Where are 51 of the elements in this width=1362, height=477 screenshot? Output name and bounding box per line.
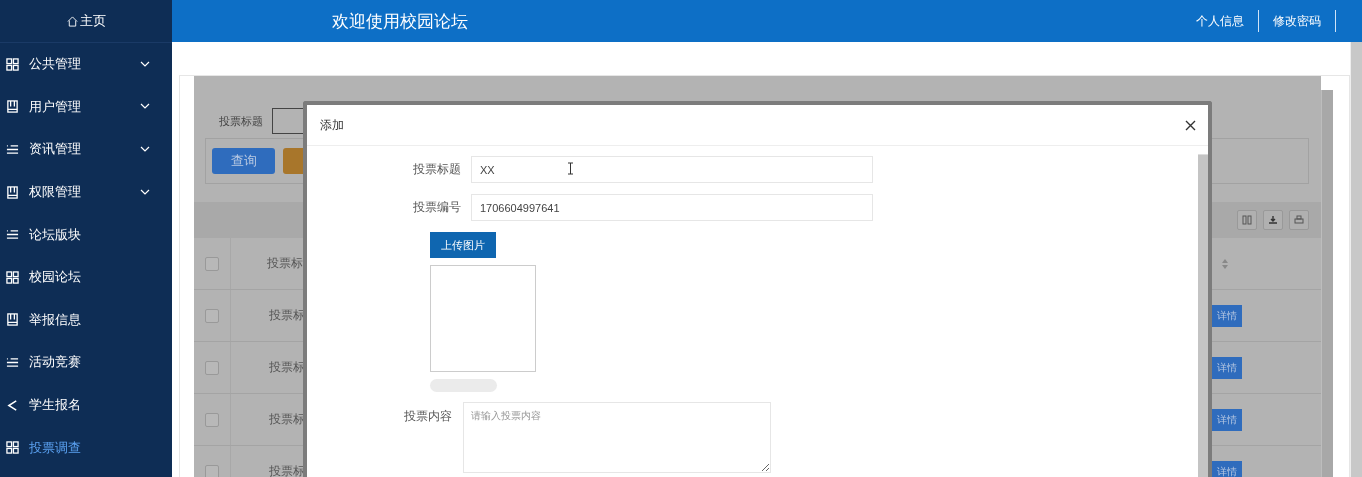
table-cell: 投票标 [269,308,305,322]
upload-button[interactable]: 上传图片 [430,232,496,258]
checkbox[interactable] [205,464,219,477]
input-field[interactable]: XX [471,156,873,183]
search-label: 投票标题 [219,113,263,129]
list-icon [6,228,19,242]
book-icon [6,185,19,199]
grid-icon [6,57,19,71]
sidebar-item[interactable]: 权限管理 [0,170,172,214]
checkbox[interactable] [205,308,219,323]
book-icon [6,100,19,114]
export-icon[interactable] [1263,210,1283,230]
close-icon[interactable] [1185,119,1196,131]
sidebar-item[interactable]: 活动竞赛 [0,341,172,384]
sort-icon[interactable] [1221,257,1229,270]
book-icon [6,313,19,327]
header-link[interactable]: 修改密码 [1259,10,1336,32]
sidebar-item[interactable]: 论坛版块 [0,213,172,256]
field-label: 投票标题 [412,161,461,178]
sidebar-item[interactable]: 举报信息 [0,298,172,342]
grid-icon [6,441,19,455]
list-icon [6,355,19,369]
scrollbar[interactable] [1198,154,1208,477]
sidebar-item[interactable]: 投票调查 [0,426,172,469]
header-link[interactable]: 个人信息 [1182,10,1259,32]
field-label: 投票内容 [403,408,452,425]
dialog-title: 添加 [320,116,344,134]
content-field[interactable]: 请输入投票内容 [463,402,771,473]
home-icon [66,15,78,27]
field-label: 投票编号 [412,199,461,216]
column-header: 投票标 [267,256,303,270]
columns-icon[interactable] [1237,210,1257,230]
table-cell: 投票标 [269,412,305,426]
table-cell: 投票标 [269,360,305,374]
sidebar-item[interactable]: 用户管理 [0,85,172,129]
checkbox[interactable] [205,256,219,271]
page-title: 欢迎使用校园论坛 [332,10,469,33]
sidebar-item[interactable]: 学生报名 [0,383,172,427]
sidebar-item[interactable]: 资讯管理 [0,128,172,171]
grid-icon [6,270,19,284]
checkbox[interactable] [205,360,219,375]
input-field[interactable]: 1706604997641 [471,194,873,221]
sidebar-item[interactable]: 校园论坛 [0,255,172,299]
text-cursor-icon [567,162,574,175]
sidebar-item[interactable]: 公共管理 [0,43,172,86]
checkbox[interactable] [205,412,219,427]
table-cell: 投票标 [269,464,305,477]
list-icon [6,143,19,156]
scrollbar[interactable] [1321,90,1333,477]
share-icon [6,398,19,412]
print-icon[interactable] [1289,210,1309,230]
